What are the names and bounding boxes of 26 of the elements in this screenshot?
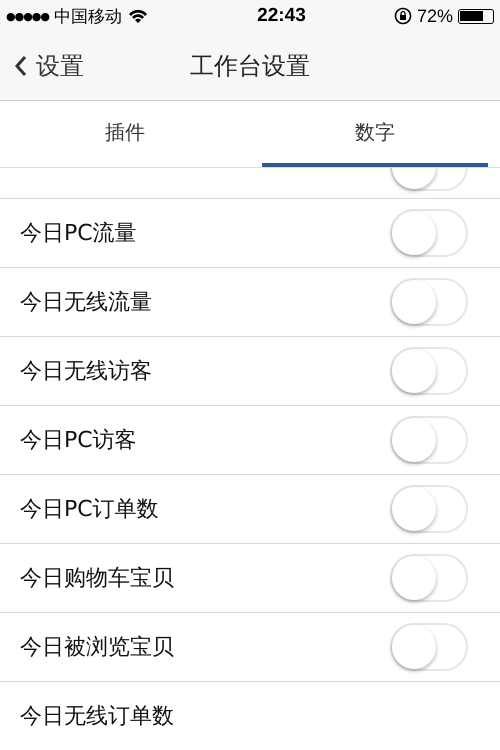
page-title: 工作台设置 [190, 51, 310, 82]
back-button[interactable]: 设置 [0, 50, 84, 82]
toggle-switch[interactable] [390, 416, 468, 464]
toggle-switch[interactable] [390, 209, 468, 257]
setting-label: 今日购物车宝贝 [20, 565, 174, 593]
setting-label: 今日PC流量 [20, 220, 137, 248]
setting-label: 今日无线访客 [20, 358, 152, 386]
tab[interactable]: 插件 [12, 101, 238, 167]
setting-label: 今日无线流量 [20, 289, 152, 317]
setting-label: 今日被浏览宝贝 [20, 634, 174, 662]
setting-label: 今日PC访客 [20, 427, 137, 455]
toggle-switch[interactable] [390, 278, 468, 326]
battery-percent: 72% [416, 6, 453, 26]
carrier-name: 中国移动 [54, 6, 122, 28]
chevron-left-icon [14, 55, 28, 77]
wifi-icon [127, 8, 149, 24]
setting-label: 今日PC订单数 [20, 496, 159, 524]
toggle-switch[interactable] [390, 623, 468, 671]
rotation-lock-icon [394, 7, 412, 25]
toggle-switch[interactable] [390, 347, 468, 395]
signal-strength: ●●●●● [6, 10, 49, 22]
toggle-switch[interactable] [390, 485, 468, 533]
toggle-switch[interactable] [390, 554, 468, 602]
setting-label: 今日无线订单数 [20, 703, 174, 731]
battery-icon [458, 8, 494, 24]
status-time: 22:43 [257, 5, 306, 27]
